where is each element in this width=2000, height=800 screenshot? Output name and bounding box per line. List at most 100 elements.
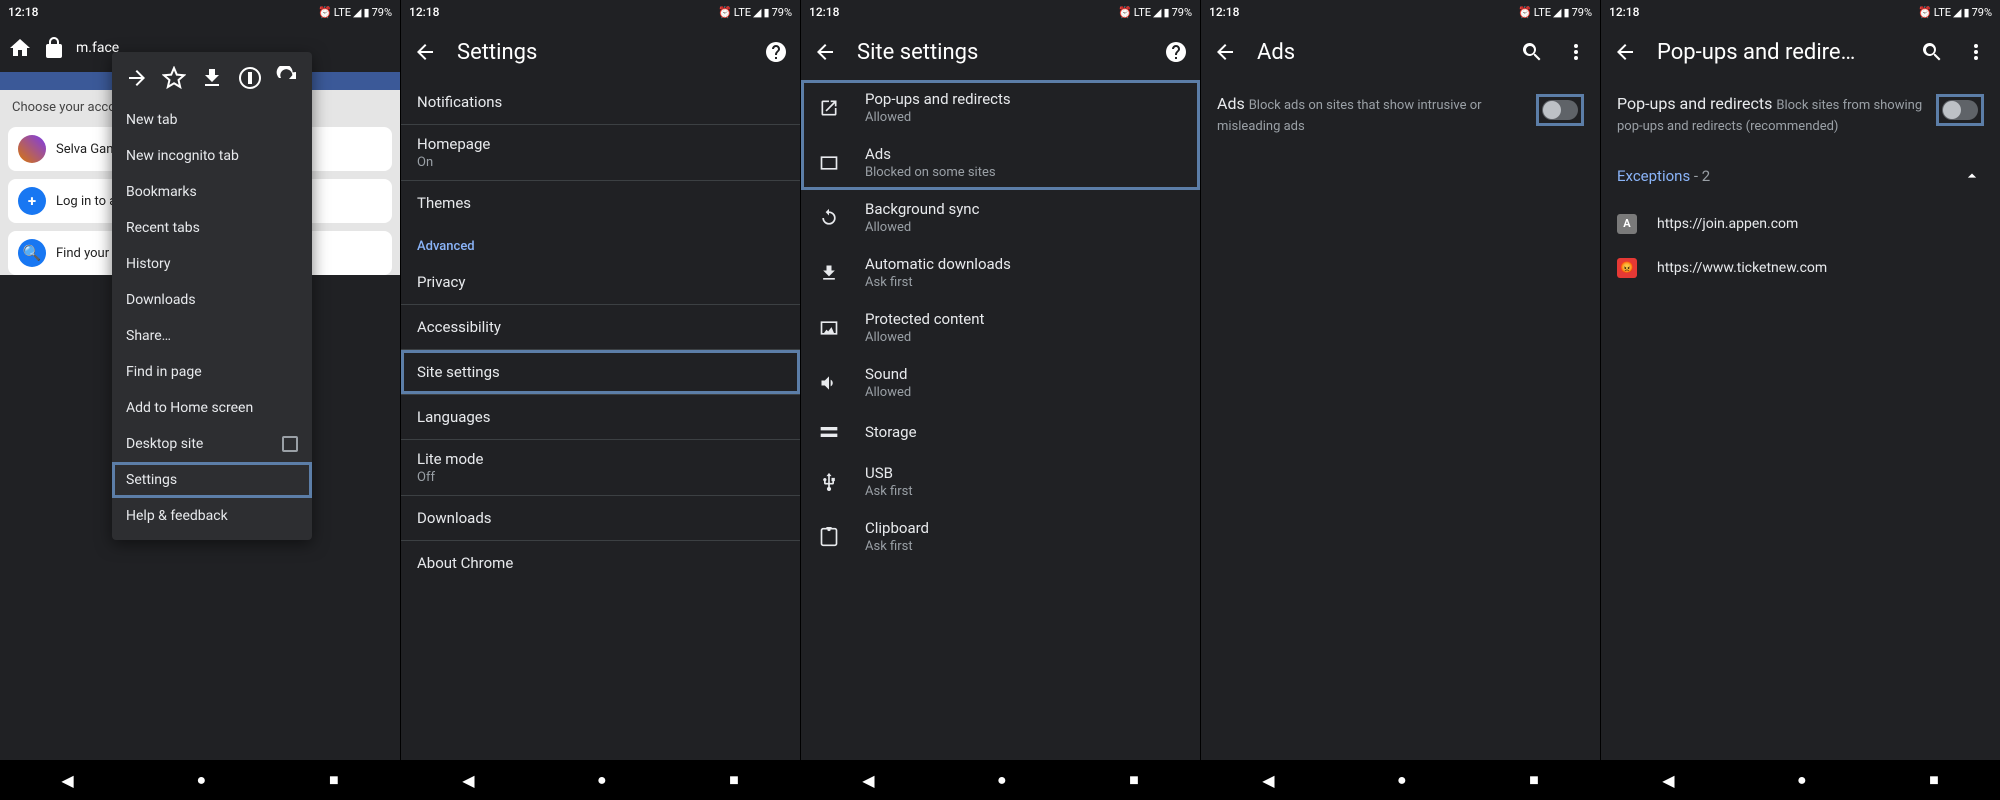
- nav-recents-icon[interactable]: ■: [1529, 770, 1539, 790]
- login-another-label: Log in to a: [56, 194, 116, 209]
- menu-desktop-site[interactable]: Desktop site: [112, 426, 312, 462]
- popup-toggle-row[interactable]: Pop-ups and redirects Block sites from s…: [1601, 80, 2000, 150]
- menu-help[interactable]: Help & feedback: [112, 498, 312, 534]
- system-nav: ◀ ● ■: [1601, 760, 2000, 800]
- setting-themes[interactable]: Themes: [401, 181, 800, 225]
- nav-recents-icon[interactable]: ■: [1129, 770, 1139, 790]
- nav-recents-icon[interactable]: ■: [729, 770, 739, 790]
- status-icons: ⏰ LTE◢▮79%: [718, 6, 792, 19]
- usb-icon: [817, 472, 841, 492]
- site-background-sync[interactable]: Background syncAllowed: [801, 190, 1200, 245]
- help-icon[interactable]: [764, 40, 788, 64]
- site-ads[interactable]: AdsBlocked on some sites: [801, 135, 1200, 190]
- ads-toggle-row[interactable]: Ads Block ads on sites that show intrusi…: [1201, 80, 1600, 150]
- signal-icon: ◢: [1553, 6, 1561, 19]
- exception-item[interactable]: 😡 https://www.ticketnew.com: [1601, 246, 2000, 290]
- back-icon[interactable]: [413, 40, 437, 64]
- menu-history[interactable]: History: [112, 246, 312, 282]
- setting-notifications[interactable]: Notifications: [401, 80, 800, 124]
- site-protected[interactable]: Protected contentAllowed: [801, 300, 1200, 355]
- menu-downloads[interactable]: Downloads: [112, 282, 312, 318]
- popup-icon: [817, 98, 841, 118]
- setting-about[interactable]: About Chrome: [401, 541, 800, 585]
- info-icon[interactable]: [238, 66, 262, 90]
- clock: 12:18: [1609, 5, 1639, 19]
- screen-popups: 12:18 ⏰LTE◢▮79% Pop-ups and redire… Pop-…: [1600, 0, 2000, 800]
- menu-settings[interactable]: Settings: [112, 462, 312, 498]
- battery-icon: ▮: [1964, 6, 1970, 19]
- menu-new-tab[interactable]: New tab: [112, 102, 312, 138]
- nav-back-icon[interactable]: ◀: [862, 771, 874, 790]
- screen-browser-menu: 12:18 ⏰ LTE ◢ ▮ 79% m.face Choose your a…: [0, 0, 400, 800]
- back-icon[interactable]: [813, 40, 837, 64]
- site-sound[interactable]: SoundAllowed: [801, 355, 1200, 410]
- app-bar: Settings: [401, 24, 800, 80]
- back-icon[interactable]: [1213, 40, 1237, 64]
- exceptions-header[interactable]: Exceptions - 2: [1601, 150, 2000, 202]
- exception-url: https://join.appen.com: [1657, 216, 1798, 232]
- site-usb[interactable]: USBAsk first: [801, 454, 1200, 509]
- search-icon[interactable]: [1520, 40, 1544, 64]
- nav-home-icon[interactable]: ●: [1797, 770, 1807, 790]
- nav-back-icon[interactable]: ◀: [61, 771, 73, 790]
- plus-icon: +: [18, 187, 46, 215]
- battery-pct: 79%: [1572, 6, 1592, 19]
- signal-icon: ◢: [1953, 6, 1961, 19]
- setting-languages[interactable]: Languages: [401, 395, 800, 439]
- nav-home-icon[interactable]: ●: [997, 770, 1007, 790]
- system-nav: ◀ ● ■: [801, 760, 1200, 800]
- status-bar: 12:18 ⏰LTE◢▮79%: [801, 0, 1200, 24]
- chevron-up-icon[interactable]: [1960, 164, 1984, 188]
- alarm-icon: ⏰: [1918, 6, 1932, 19]
- protected-icon: [817, 318, 841, 338]
- setting-homepage[interactable]: HomepageOn: [401, 125, 800, 180]
- more-icon[interactable]: [1964, 40, 1988, 64]
- menu-find[interactable]: Find in page: [112, 354, 312, 390]
- site-popups[interactable]: Pop-ups and redirectsAllowed: [801, 80, 1200, 135]
- nav-home-icon[interactable]: ●: [1397, 770, 1407, 790]
- exception-item[interactable]: A https://join.appen.com: [1601, 202, 2000, 246]
- battery-pct: 79%: [372, 6, 392, 19]
- menu-bookmarks[interactable]: Bookmarks: [112, 174, 312, 210]
- setting-privacy[interactable]: Privacy: [401, 260, 800, 304]
- help-icon[interactable]: [1164, 40, 1188, 64]
- menu-share[interactable]: Share…: [112, 318, 312, 354]
- alarm-icon: ⏰: [1518, 6, 1532, 19]
- forward-icon[interactable]: [125, 66, 149, 90]
- site-clipboard[interactable]: ClipboardAsk first: [801, 509, 1200, 564]
- page-title: Site settings: [857, 40, 1144, 65]
- alarm-icon: ⏰: [1118, 6, 1132, 19]
- search-icon[interactable]: [1920, 40, 1944, 64]
- nav-home-icon[interactable]: ●: [597, 770, 607, 790]
- setting-site-settings[interactable]: Site settings: [401, 350, 800, 394]
- menu-incognito[interactable]: New incognito tab: [112, 138, 312, 174]
- popup-toggle[interactable]: [1942, 100, 1978, 120]
- download-icon: [817, 263, 841, 283]
- lock-icon: [42, 36, 66, 60]
- home-icon[interactable]: [8, 36, 32, 60]
- menu-recent-tabs[interactable]: Recent tabs: [112, 210, 312, 246]
- checkbox-icon[interactable]: [282, 436, 298, 452]
- nav-back-icon[interactable]: ◀: [462, 771, 474, 790]
- back-icon[interactable]: [1613, 40, 1637, 64]
- network-label: LTE: [734, 6, 751, 19]
- site-storage[interactable]: Storage: [801, 410, 1200, 454]
- more-icon[interactable]: [1564, 40, 1588, 64]
- page-title: Settings: [457, 40, 744, 65]
- nav-back-icon[interactable]: ◀: [1262, 771, 1274, 790]
- menu-add-home[interactable]: Add to Home screen: [112, 390, 312, 426]
- nav-back-icon[interactable]: ◀: [1662, 771, 1674, 790]
- star-icon[interactable]: [162, 66, 186, 90]
- setting-lite-mode[interactable]: Lite modeOff: [401, 440, 800, 495]
- site-auto-downloads[interactable]: Automatic downloadsAsk first: [801, 245, 1200, 300]
- battery-pct: 79%: [772, 6, 792, 19]
- ads-toggle[interactable]: [1542, 100, 1578, 120]
- reload-icon[interactable]: [275, 66, 299, 90]
- app-bar: Site settings: [801, 24, 1200, 80]
- download-icon[interactable]: [200, 66, 224, 90]
- setting-downloads[interactable]: Downloads: [401, 496, 800, 540]
- nav-recents-icon[interactable]: ■: [1929, 770, 1939, 790]
- nav-home-icon[interactable]: ●: [196, 770, 206, 790]
- nav-recents-icon[interactable]: ■: [329, 770, 339, 790]
- setting-accessibility[interactable]: Accessibility: [401, 305, 800, 349]
